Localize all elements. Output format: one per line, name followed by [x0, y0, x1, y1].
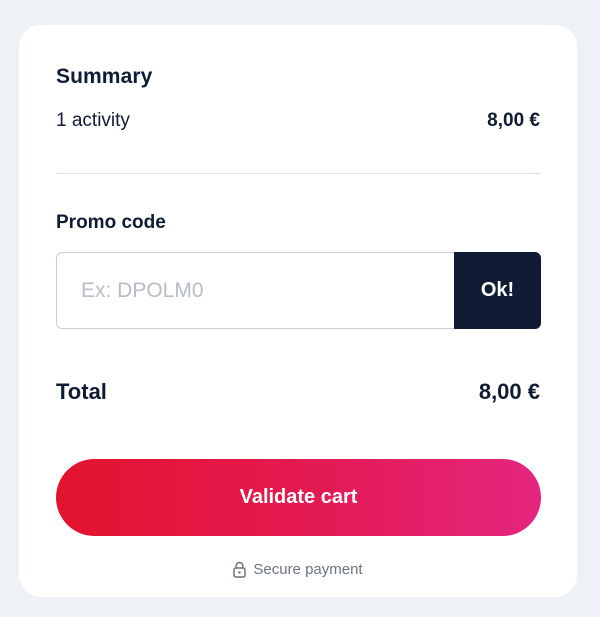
total-label: Total — [56, 379, 107, 404]
validate-cart-button[interactable]: Validate cart — [56, 459, 541, 536]
lock-icon — [233, 561, 247, 578]
cart-summary-card: Summary 1 activity 8,00 € Promo code Ok!… — [19, 25, 577, 597]
promo-code-label: Promo code — [56, 212, 166, 233]
promo-code-group: Ok! — [56, 252, 541, 329]
summary-title: Summary — [56, 65, 153, 88]
activity-count-label: 1 activity — [56, 110, 130, 131]
secure-payment-text: Secure payment — [253, 561, 363, 578]
activity-price: 8,00 € — [487, 110, 540, 131]
total-row: Total 8,00 € — [56, 379, 540, 405]
activity-row: 1 activity 8,00 € — [56, 110, 540, 132]
total-amount: 8,00 € — [478, 379, 540, 404]
secure-payment-note: Secure payment — [19, 561, 577, 578]
divider — [56, 173, 540, 174]
promo-ok-button[interactable]: Ok! — [454, 252, 541, 329]
promo-code-input[interactable] — [56, 252, 454, 329]
